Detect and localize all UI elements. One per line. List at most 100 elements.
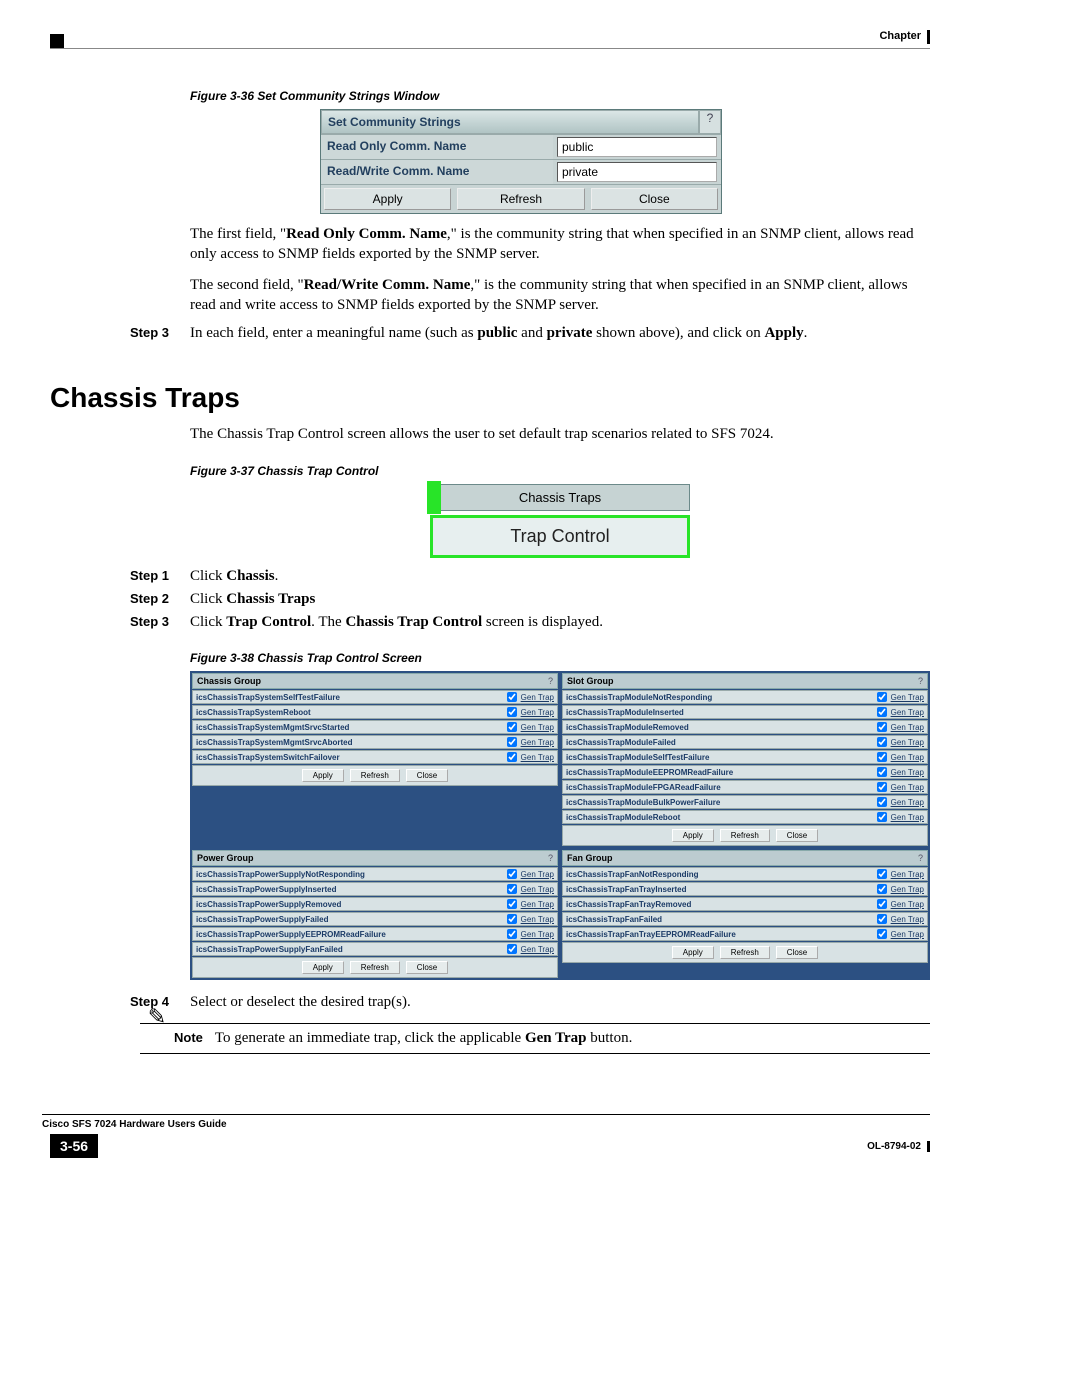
help-icon[interactable]: ? (699, 110, 721, 134)
trap-checkbox[interactable] (507, 722, 517, 732)
read-only-label: Read Only Comm. Name (321, 135, 553, 159)
trap-row: icsChassisTrapModuleRemoved Gen Trap (562, 720, 928, 734)
note-block: ✎ Note To generate an immediate trap, cl… (140, 1023, 930, 1054)
gen-trap-button[interactable]: Gen Trap (518, 870, 557, 879)
trap-checkbox[interactable] (507, 752, 517, 762)
trap-checkbox[interactable] (877, 722, 887, 732)
trap-checkbox[interactable] (507, 692, 517, 702)
close-button[interactable]: Close (591, 188, 718, 210)
step-3-top: Step 3 In each field, enter a meaningful… (190, 325, 930, 342)
gen-trap-button[interactable]: Gen Trap (888, 915, 927, 924)
trap-checkbox[interactable] (877, 812, 887, 822)
power-group: Power Group?icsChassisTrapPowerSupplyNot… (190, 848, 560, 980)
gen-trap-button[interactable]: Gen Trap (888, 798, 927, 807)
close-button[interactable]: Close (406, 961, 448, 974)
trap-name: icsChassisTrapSystemMgmtSrvcAborted (193, 737, 506, 748)
gen-trap-button[interactable]: Gen Trap (888, 768, 927, 777)
apply-button[interactable]: Apply (302, 961, 344, 974)
trap-name: icsChassisTrapModuleFailed (563, 737, 876, 748)
trap-checkbox[interactable] (507, 737, 517, 747)
gen-trap-button[interactable]: Gen Trap (888, 930, 927, 939)
read-only-input[interactable]: public (557, 137, 717, 157)
read-write-input[interactable]: private (557, 162, 717, 182)
trap-row: icsChassisTrapPowerSupplyEEPROMReadFailu… (192, 927, 558, 941)
gen-trap-button[interactable]: Gen Trap (518, 930, 557, 939)
gen-trap-button[interactable]: Gen Trap (888, 885, 927, 894)
apply-button[interactable]: Apply (672, 829, 714, 842)
chassis-trap-tabs: Chassis Traps Trap Control (430, 484, 690, 558)
gen-trap-button[interactable]: Gen Trap (888, 900, 927, 909)
gen-trap-button[interactable]: Gen Trap (888, 783, 927, 792)
trap-name: icsChassisTrapModuleRemoved (563, 722, 876, 733)
trap-checkbox[interactable] (877, 869, 887, 879)
trap-checkbox[interactable] (877, 782, 887, 792)
note-label: Note (174, 1030, 203, 1047)
refresh-button[interactable]: Refresh (350, 769, 400, 782)
refresh-button[interactable]: Refresh (457, 188, 584, 210)
trap-row: icsChassisTrapFanTrayRemovedGen Trap (562, 897, 928, 911)
paragraph-2: The second field, "Read/Write Comm. Name… (190, 275, 930, 316)
close-button[interactable]: Close (776, 829, 818, 842)
gen-trap-button[interactable]: Gen Trap (888, 753, 927, 762)
trap-row: icsChassisTrapSystemRebootGen Trap (192, 705, 558, 719)
trap-checkbox[interactable] (877, 692, 887, 702)
page-header: Chapter (50, 30, 930, 49)
gen-trap-button[interactable]: Gen Trap (518, 738, 557, 747)
gen-trap-button[interactable]: Gen Trap (518, 945, 557, 954)
gen-trap-button[interactable]: Gen Trap (518, 723, 557, 732)
trap-checkbox[interactable] (877, 884, 887, 894)
gen-trap-button[interactable]: Gen Trap (888, 870, 927, 879)
step-2: Step 2 Click Chassis Traps (190, 591, 930, 608)
trap-checkbox[interactable] (877, 707, 887, 717)
read-write-label: Read/Write Comm. Name (321, 160, 553, 184)
apply-button[interactable]: Apply (672, 946, 714, 959)
window-title: Set Community Strings (321, 110, 699, 134)
trap-checkbox[interactable] (877, 899, 887, 909)
apply-button[interactable]: Apply (324, 188, 451, 210)
gen-trap-button[interactable]: Gen Trap (888, 738, 927, 747)
gen-trap-button[interactable]: Gen Trap (518, 885, 557, 894)
trap-row: icsChassisTrapModuleEEPROMReadFailureGen… (562, 765, 928, 779)
tab-chassis-traps[interactable]: Chassis Traps (430, 484, 690, 511)
gen-trap-button[interactable]: Gen Trap (518, 753, 557, 762)
trap-checkbox[interactable] (507, 869, 517, 879)
chapter-label: Chapter (50, 30, 930, 44)
paragraph-1: The first field, "Read Only Comm. Name,"… (190, 224, 930, 265)
refresh-button[interactable]: Refresh (350, 961, 400, 974)
trap-checkbox[interactable] (507, 884, 517, 894)
trap-checkbox[interactable] (877, 767, 887, 777)
refresh-button[interactable]: Refresh (720, 946, 770, 959)
trap-checkbox[interactable] (877, 914, 887, 924)
gen-trap-button[interactable]: Gen Trap (888, 723, 927, 732)
step-1: Step 1 Click Chassis. (190, 568, 930, 585)
gen-trap-button[interactable]: Gen Trap (888, 708, 927, 717)
trap-checkbox[interactable] (507, 929, 517, 939)
trap-row: icsChassisTrapPowerSupplyFailedGen Trap (192, 912, 558, 926)
trap-row: icsChassisTrapPowerSupplyFanFailedGen Tr… (192, 942, 558, 956)
refresh-button[interactable]: Refresh (720, 829, 770, 842)
gen-trap-button[interactable]: Gen Trap (888, 813, 927, 822)
trap-checkbox[interactable] (877, 737, 887, 747)
figure-caption-38: Figure 3-38 Chassis Trap Control Screen (190, 651, 930, 665)
trap-checkbox[interactable] (877, 752, 887, 762)
trap-checkbox[interactable] (507, 707, 517, 717)
doc-number: OL-8794-02 (867, 1141, 930, 1152)
gen-trap-button[interactable]: Gen Trap (888, 693, 927, 702)
gen-trap-button[interactable]: Gen Trap (518, 693, 557, 702)
gen-trap-button[interactable]: Gen Trap (518, 708, 557, 717)
trap-checkbox[interactable] (877, 929, 887, 939)
tab-trap-control[interactable]: Trap Control (430, 515, 690, 558)
trap-checkbox[interactable] (507, 944, 517, 954)
fan-group: Fan Group?icsChassisTrapFanNotResponding… (560, 848, 930, 980)
trap-name: icsChassisTrapModuleReboot (563, 812, 876, 823)
gen-trap-button[interactable]: Gen Trap (518, 915, 557, 924)
trap-checkbox[interactable] (877, 797, 887, 807)
close-button[interactable]: Close (406, 769, 448, 782)
trap-checkbox[interactable] (507, 914, 517, 924)
trap-checkbox[interactable] (507, 899, 517, 909)
trap-row: icsChassisTrapModuleBulkPowerFailureGen … (562, 795, 928, 809)
close-button[interactable]: Close (776, 946, 818, 959)
gen-trap-button[interactable]: Gen Trap (518, 900, 557, 909)
note-icon: ✎ (140, 1006, 174, 1047)
apply-button[interactable]: Apply (302, 769, 344, 782)
